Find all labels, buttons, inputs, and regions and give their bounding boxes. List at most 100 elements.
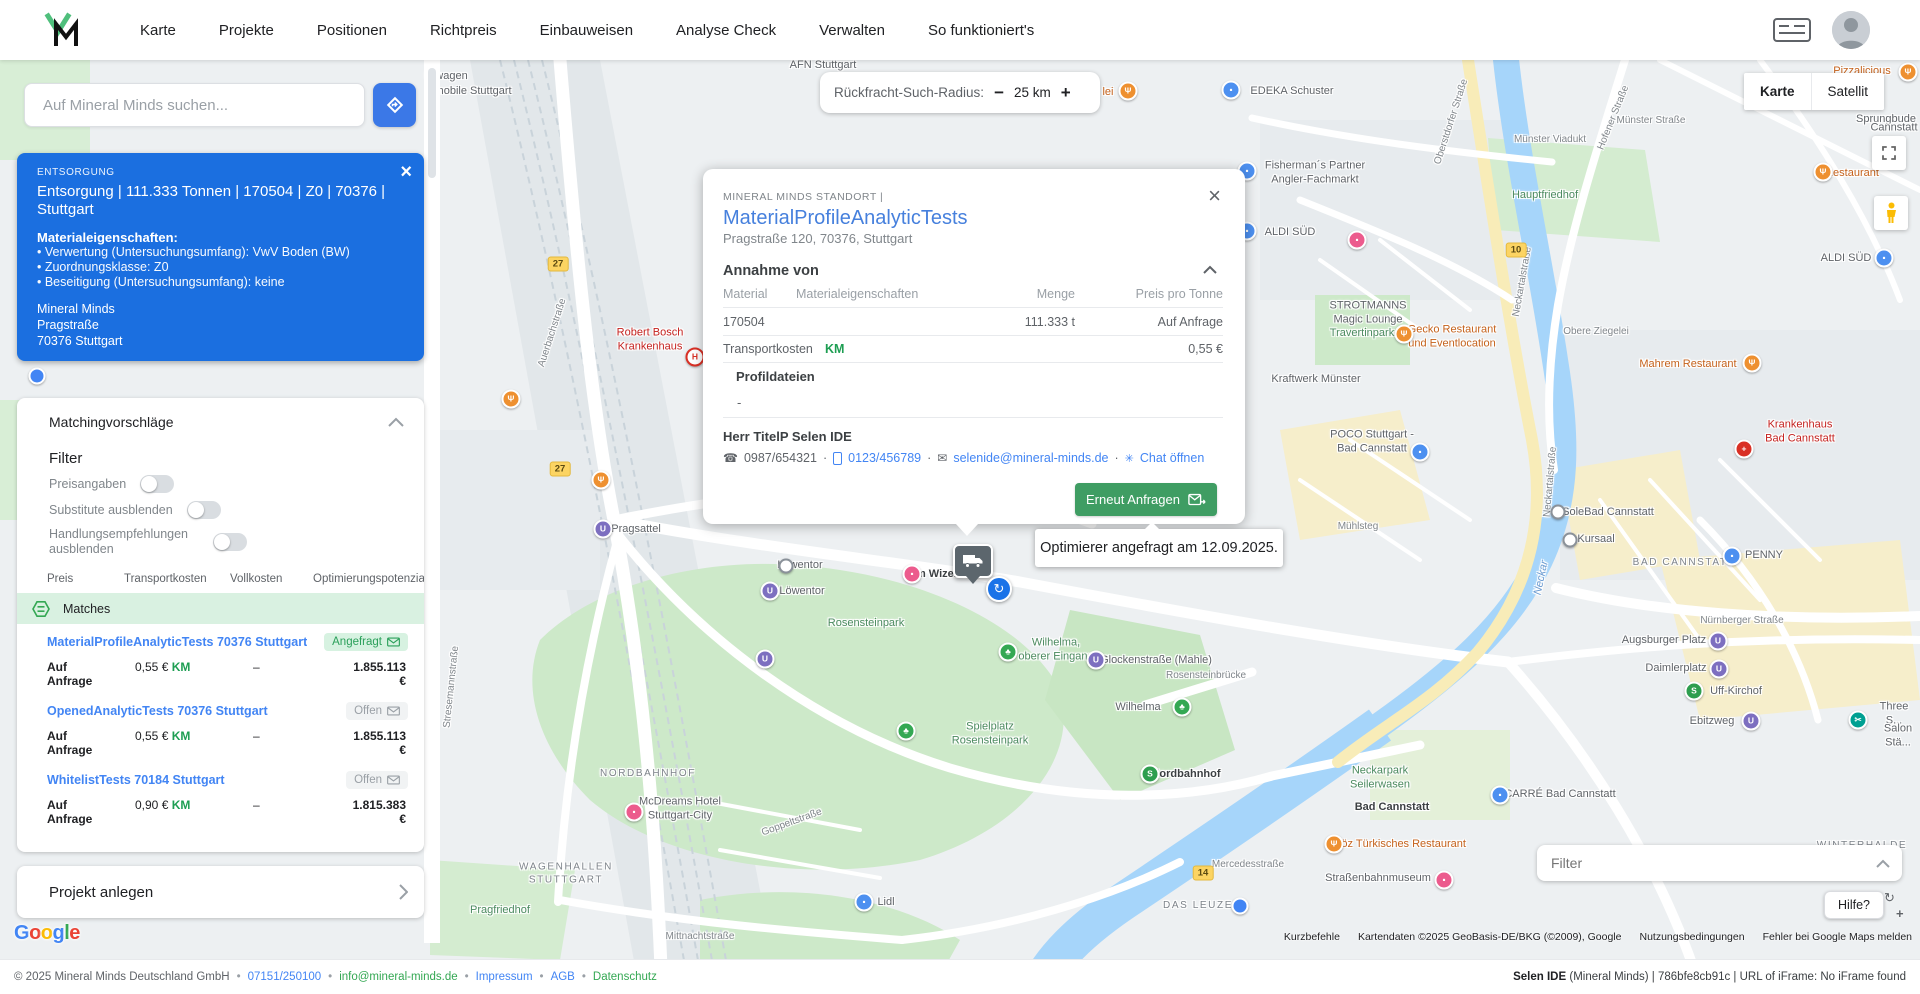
map-marker-shop[interactable]: ▪ <box>1410 442 1430 462</box>
nav-item-projekte[interactable]: Projekte <box>219 22 274 39</box>
nav-item-so-funktionierts[interactable]: So funktioniert's <box>928 22 1034 39</box>
match-link[interactable]: OpenedAnalyticTests 70376 Stuttgart <box>47 704 268 718</box>
map-marker-dot[interactable] <box>1231 897 1249 915</box>
route-badge: 27 <box>547 256 569 272</box>
map-marker-cross[interactable]: + <box>1734 439 1754 459</box>
map-type-satellit[interactable]: Satellit <box>1810 73 1885 110</box>
nav-item-einbauweisen[interactable]: Einbauweisen <box>540 22 633 39</box>
chat-link[interactable]: Chat öffnen <box>1140 451 1204 465</box>
map-type-karte[interactable]: Karte <box>1744 73 1811 110</box>
create-project-button[interactable]: Projekt anlegen <box>17 866 424 918</box>
report-error-link[interactable]: Fehler bei Google Maps melden <box>1763 931 1912 943</box>
col-vollkosten: Vollkosten <box>230 573 283 585</box>
radius-decrease-button[interactable]: − <box>984 83 1014 103</box>
mineral-minds-logo[interactable] <box>44 10 84 50</box>
map-marker-attraction[interactable]: ▪ <box>1347 230 1367 250</box>
popup-files-value: - <box>737 395 742 410</box>
toggle-substitute[interactable] <box>186 501 221 519</box>
footer-datenschutz-link[interactable]: Datenschutz <box>593 971 657 983</box>
nav-item-analyse-check[interactable]: Analyse Check <box>676 22 776 39</box>
popup-transport-tag: KM <box>825 342 845 356</box>
map-marker-u[interactable]: U <box>1709 659 1729 679</box>
toggle-preisangaben[interactable] <box>140 475 175 493</box>
match-transport: 0,55 € KM <box>135 728 191 743</box>
map-marker-s[interactable]: S <box>1684 681 1704 701</box>
nav-item-karte[interactable]: Karte <box>140 22 176 39</box>
map-marker-shop[interactable]: ▪ <box>1722 546 1742 566</box>
contact-mobile-link[interactable]: 0123/456789 <box>848 451 921 465</box>
map-marker-food[interactable]: Ψ <box>1118 81 1138 101</box>
collapse-chevron-icon[interactable] <box>388 417 404 427</box>
chevron-up-icon[interactable] <box>1876 859 1890 868</box>
map-marker-s[interactable]: S <box>1140 764 1160 784</box>
pegman-button[interactable] <box>1874 196 1908 230</box>
map-marker-u[interactable]: U <box>593 519 613 539</box>
map-marker-u[interactable]: U <box>1708 631 1728 651</box>
map-marker-food[interactable]: Ψ <box>1898 62 1918 82</box>
fullscreen-button[interactable] <box>1872 136 1906 170</box>
map-marker-attraction[interactable]: ▪ <box>1434 870 1454 890</box>
card-prop: • Beseitigung (Untersuchungsumfang): kei… <box>37 275 285 290</box>
nav-item-positionen[interactable]: Positionen <box>317 22 387 39</box>
contact-email-link[interactable]: selenide@mineral-minds.de <box>953 451 1108 465</box>
scrollbar-thumb[interactable] <box>428 68 436 178</box>
map-marker-shop[interactable]: ▪ <box>854 892 874 912</box>
map-marker-gray[interactable] <box>1550 504 1566 520</box>
map-marker-u[interactable]: U <box>1741 711 1761 731</box>
help-button[interactable]: Hilfe? <box>1824 891 1884 919</box>
request-again-button[interactable]: Erneut Anfragen <box>1075 483 1217 516</box>
map-marker-food[interactable]: Ψ <box>1394 324 1414 344</box>
footer-impressum-link[interactable]: Impressum <box>476 971 533 983</box>
toggle-handlungsempfehlungen[interactable] <box>213 533 247 551</box>
footer-phone-link[interactable]: 07151/250100 <box>248 971 322 983</box>
keyboard-icon[interactable] <box>1772 17 1812 43</box>
backhaul-marker[interactable]: ↻ <box>986 576 1012 602</box>
map-marker-park[interactable]: ♣ <box>896 721 916 741</box>
map-marker-u[interactable]: U <box>760 581 780 601</box>
map-marker-food[interactable]: Ψ <box>1813 162 1833 182</box>
shortcuts-link[interactable]: Kurzbefehle <box>1284 931 1340 943</box>
footer-agb-link[interactable]: AGB <box>551 971 575 983</box>
popup-title-link[interactable]: MaterialProfileAnalyticTests <box>723 207 968 230</box>
nav-item-richtpreis[interactable]: Richtpreis <box>430 22 497 39</box>
map-marker-shop[interactable]: ▪ <box>1221 80 1241 100</box>
map-marker-food[interactable]: Ψ <box>1324 834 1344 854</box>
map-marker-u[interactable]: U <box>1086 650 1106 670</box>
section-collapse-icon[interactable] <box>1203 265 1217 274</box>
directions-button[interactable] <box>373 83 416 127</box>
nav-item-verwalten[interactable]: Verwalten <box>819 22 885 39</box>
match-link[interactable]: MaterialProfileAnalyticTests 70376 Stutt… <box>47 635 307 649</box>
nav-menu: Karte Projekte Positionen Richtpreis Ein… <box>140 0 1034 60</box>
map-marker-scissors[interactable]: ✂ <box>1848 710 1868 730</box>
rotate-map-icon[interactable]: ↻ <box>1884 890 1895 906</box>
close-icon[interactable]: × <box>1208 183 1221 209</box>
map-marker-food[interactable]: Ψ <box>591 470 611 490</box>
map-marker-dot[interactable] <box>28 367 46 385</box>
pan-map-icon[interactable]: + <box>1896 906 1904 921</box>
envelope-icon <box>387 637 400 647</box>
terms-link[interactable]: Nutzungsbedingungen <box>1639 931 1744 943</box>
map-marker-hotel[interactable]: ▪ <box>624 802 644 822</box>
selected-location-marker[interactable] <box>953 544 993 578</box>
sidebar-scrollbar[interactable] <box>424 60 440 943</box>
map-marker-gray[interactable] <box>1562 532 1578 548</box>
map-marker-park[interactable]: ♣ <box>998 642 1018 662</box>
radius-increase-button[interactable]: + <box>1051 83 1081 103</box>
map-filter-input[interactable] <box>1549 854 1876 872</box>
map-marker-park[interactable]: ♣ <box>1172 697 1192 717</box>
map-marker-u[interactable]: U <box>755 649 775 669</box>
search-input[interactable] <box>24 83 365 127</box>
map-marker-food[interactable]: Ψ <box>1742 353 1762 373</box>
map-marker-food[interactable]: Ψ <box>501 389 521 409</box>
map-marker-shop[interactable]: ▪ <box>1874 248 1894 268</box>
map-marker-gray[interactable] <box>778 558 794 574</box>
map-marker-hospital[interactable]: H <box>685 347 705 367</box>
footer-email-link[interactable]: info@mineral-minds.de <box>339 971 457 983</box>
location-popup: MINERAL MINDS STANDORT | MaterialProfile… <box>703 169 1245 536</box>
user-avatar[interactable] <box>1832 11 1870 49</box>
google-logo: Google <box>14 922 80 944</box>
match-link[interactable]: WhitelistTests 70184 Stuttgart <box>47 773 225 787</box>
card-prop: • Zuordnungsklasse: Z0 <box>37 259 169 274</box>
map-marker-attraction[interactable]: ▪ <box>902 564 922 584</box>
map-marker-shop[interactable]: ▪ <box>1490 785 1510 805</box>
